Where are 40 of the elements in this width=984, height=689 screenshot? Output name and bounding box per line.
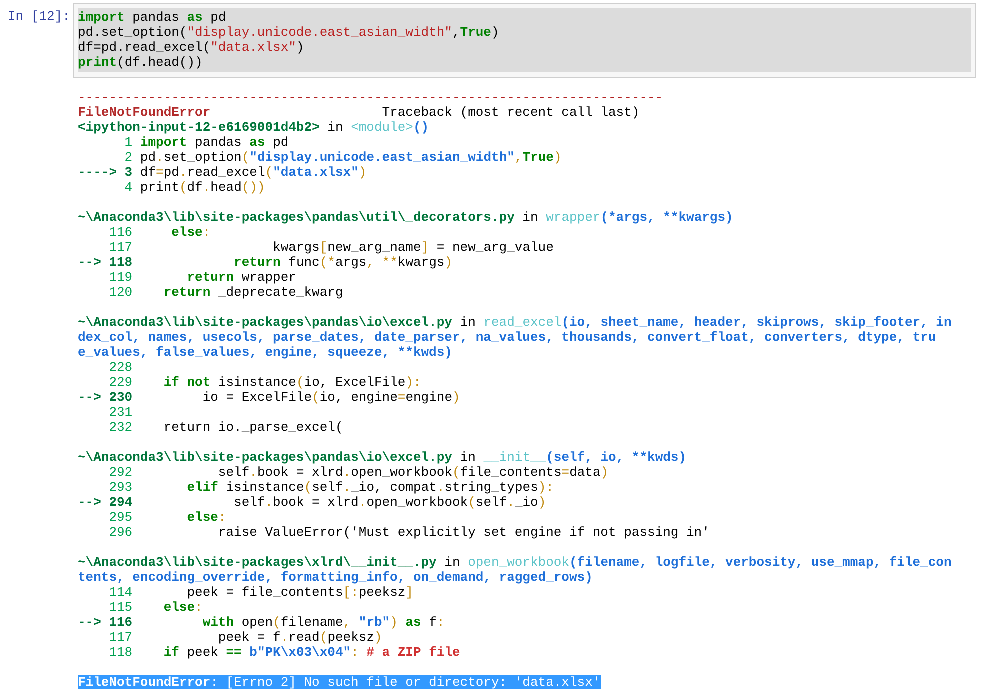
traceback-line: 115 else:	[108, 600, 203, 615]
traceback-line: 295 else:	[108, 510, 226, 525]
traceback-line: 120 return _deprecate_kwarg	[108, 285, 344, 300]
traceback-line: 119 return wrapper	[108, 270, 296, 285]
traceback-line: ~\Anaconda3\lib\site-packages\xlrd\__init__.py in open_workbook(filename, logfile, verbosity, use_mmap, file_con	[78, 555, 952, 570]
traceback-line: tents, encoding_override, formatting_info, on_demand, ragged_rows)	[78, 570, 593, 585]
traceback-line: 228	[108, 360, 133, 375]
code-line: df=pd.read_excel("data.xlsx")	[78, 40, 304, 55]
traceback-line: ~\Anaconda3\lib\site-packages\pandas\util\_decorators.py in wrapper(*args, **kwargs)	[78, 210, 734, 225]
traceback-line: e_values, false_values, engine, squeeze, **kwds)	[78, 345, 452, 360]
traceback-line: 292 self.book = xlrd.open_workbook(file_contents=data)	[108, 465, 609, 480]
traceback-line: 116 else:	[108, 225, 211, 240]
traceback-line: --> 116 with open(filename, "rb") as f:	[78, 615, 445, 630]
traceback-line: ~\Anaconda3\lib\site-packages\pandas\io\excel.py in read_excel(io, sheet_name, header, skiprows, skip_footer, in	[78, 315, 952, 330]
traceback-line: 296 raise ValueError('Must explicitly set engine if not passing in'	[108, 525, 710, 540]
traceback-line: --> 118 return func(*args, **kwargs)	[78, 255, 453, 270]
traceback-line: dex_col, names, usecols, parse_dates, date_parser, na_values, thousands, convert_float, converters, dtype, tru	[78, 330, 936, 345]
traceback-line: ~\Anaconda3\lib\site-packages\pandas\io\excel.py in __init__(self, io, **kwds)	[78, 450, 687, 465]
traceback-line: 2 pd.set_option("display.unicode.east_asian_width",True)	[124, 150, 562, 165]
traceback-line: ---------------------------------------------------------------------------	[78, 90, 664, 105]
code-line: import pandas as pd	[78, 10, 226, 25]
code-input-field[interactable]: import pandas as pd pd.set_option("display.unicode.east_asian_width",True) df=pd.read_excel("data.xlsx") print(df.head())	[73, 3, 976, 78]
traceback-line: 229 if not isinstance(io, ExcelFile):	[108, 375, 422, 390]
traceback-line: 293 elif isinstance(self._io, compat.string_types):	[108, 480, 554, 495]
traceback-line: 114 peek = file_contents[:peeksz]	[108, 585, 414, 600]
traceback-line: 4 print(df.head())	[124, 180, 266, 195]
traceback-line: 117 peek = f.read(peeksz)	[108, 630, 382, 645]
traceback-line: ----> 3 df=pd.read_excel("data.xlsx")	[78, 165, 367, 180]
traceback-line: 231	[108, 405, 133, 420]
traceback-line: <ipython-input-12-e6169001d4b2> in <module>()	[78, 120, 430, 135]
traceback-line: FileNotFoundError Traceback (most recent call last)	[78, 105, 640, 120]
traceback-line: --> 294 self.book = xlrd.open_workbook(self._io)	[78, 495, 546, 510]
traceback-line: --> 230 io = ExcelFile(io, engine=engine)	[78, 390, 460, 405]
code-line: print(df.head())	[78, 55, 203, 70]
traceback-line: 1 import pandas as pd	[124, 135, 289, 150]
traceback-line: 118 if peek == b"PK\x03\x04": # a ZIP file	[108, 645, 460, 660]
traceback-line: 232 return io._parse_excel(	[108, 420, 344, 435]
cell-prompt: In [12]:	[7, 8, 72, 26]
traceback-line: 117 kwargs[new_arg_name] = new_arg_value	[108, 240, 554, 255]
code-line: pd.set_option("display.unicode.east_asian_width",True)	[78, 25, 500, 40]
